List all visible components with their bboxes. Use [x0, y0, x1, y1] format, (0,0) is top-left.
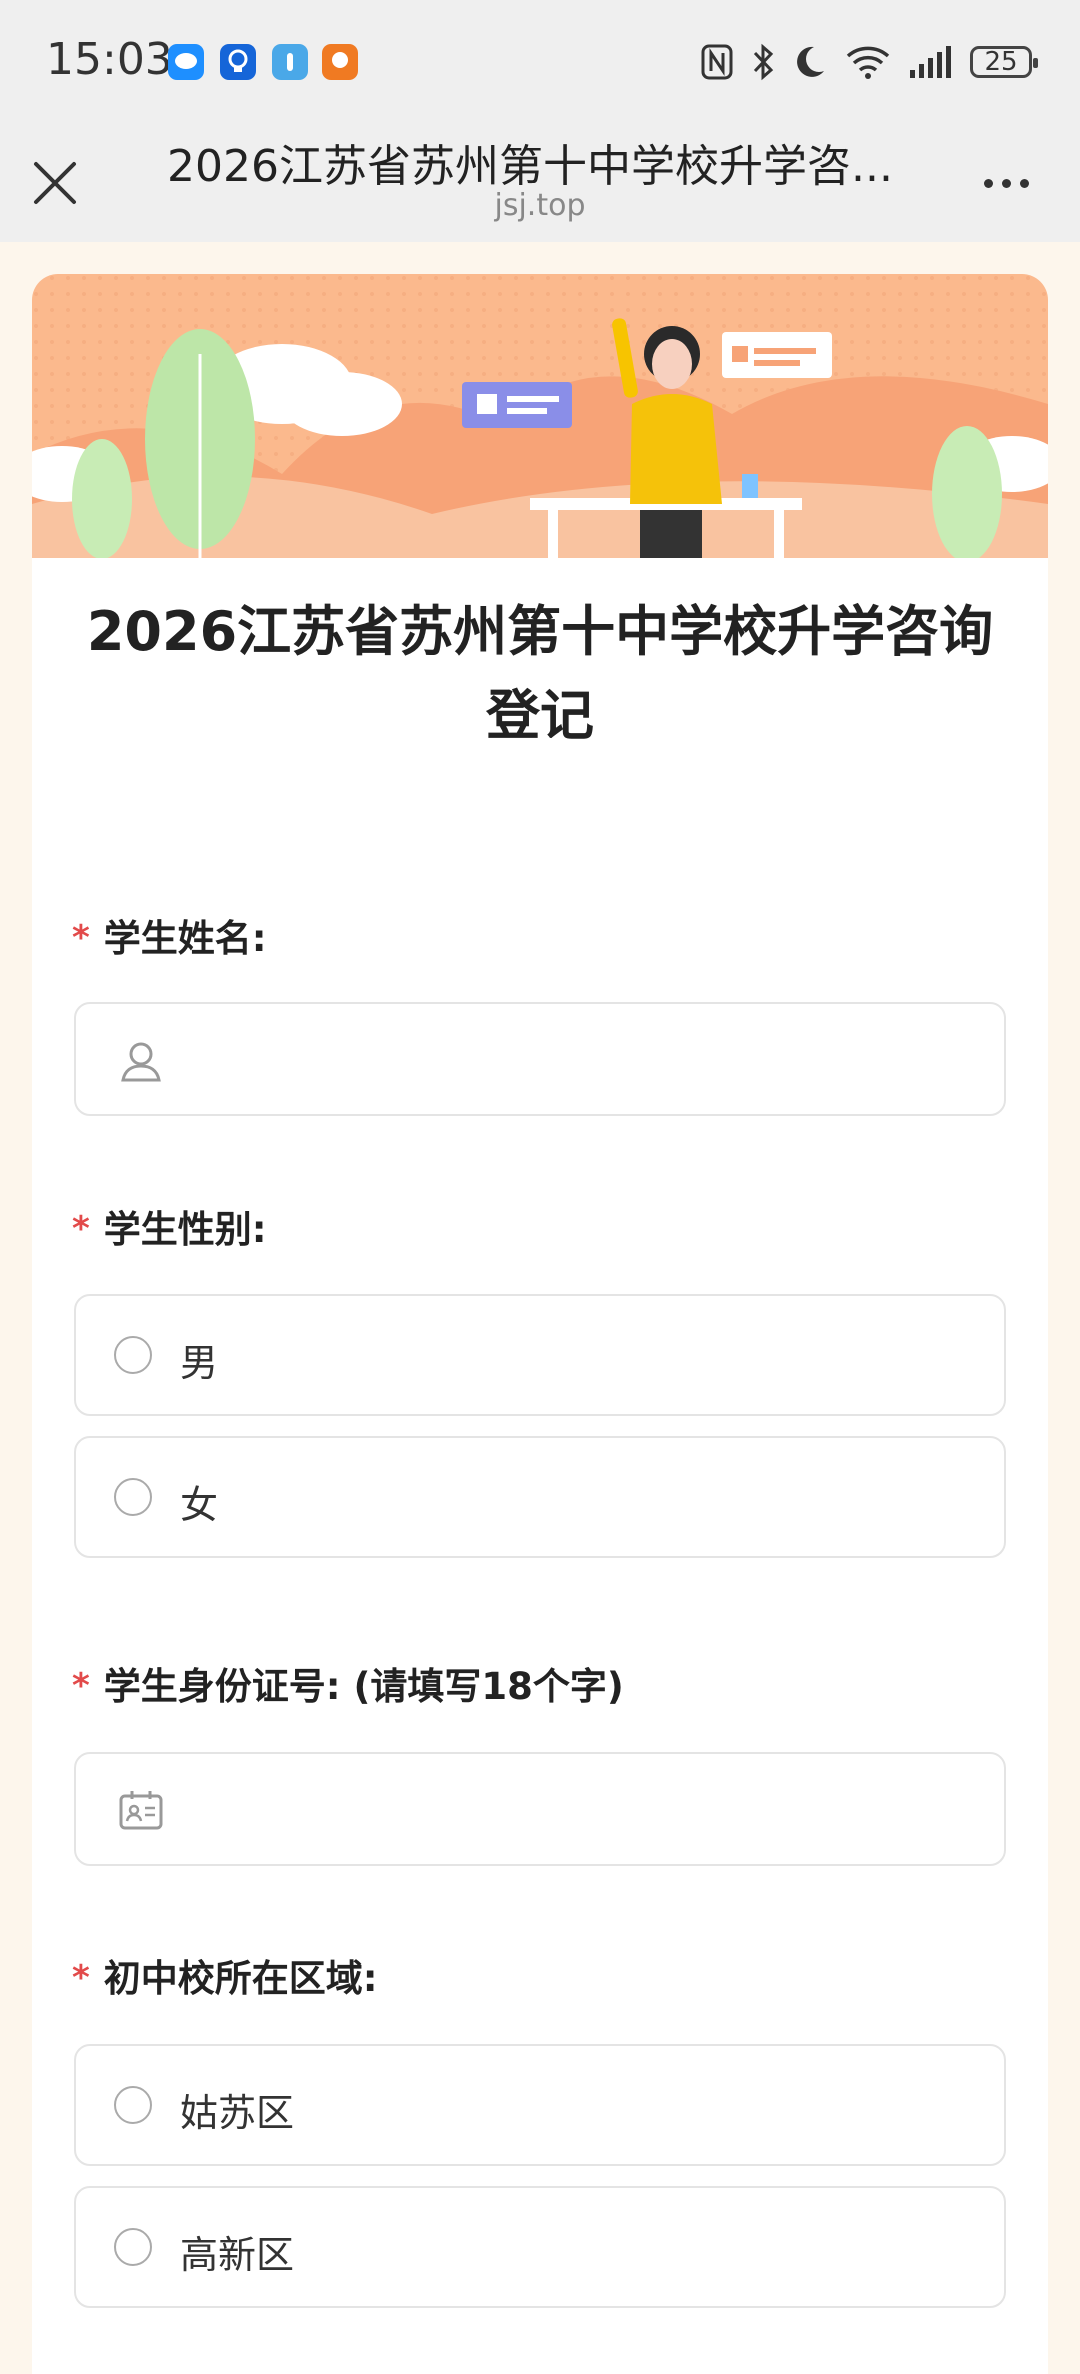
orange-app-icon — [322, 44, 358, 80]
required-marker: * — [72, 918, 90, 958]
radio-button[interactable] — [114, 2086, 152, 2124]
user-icon — [121, 1042, 161, 1082]
status-bar: 15:03 25 — [0, 0, 1080, 120]
radio-button[interactable] — [114, 1478, 152, 1516]
wifi-icon — [846, 46, 890, 79]
id-number-input[interactable] — [74, 1752, 1006, 1866]
required-marker: * — [72, 1209, 90, 1249]
option-label: 姑苏区 — [180, 2091, 295, 2135]
id-card-icon — [119, 1791, 163, 1830]
radio-option-male[interactable]: 男 — [74, 1294, 1006, 1416]
name-input[interactable] — [74, 1002, 1006, 1116]
radio-option-gusu[interactable]: 姑苏区 — [74, 2044, 1006, 2166]
bulb-app-icon — [220, 44, 256, 80]
question-label-id-number: * 学生身份证号: (请填写18个字) — [72, 1656, 624, 1710]
nfc-icon — [701, 44, 733, 80]
question-text: 学生身份证号: (请填写18个字) — [103, 1665, 624, 1708]
required-marker: * — [72, 1958, 90, 1998]
form-title: 2026江苏省苏州第十中学校升学咨询登记 — [86, 600, 994, 747]
status-time: 15:03 — [46, 34, 173, 85]
question-label-name: * 学生姓名: — [72, 908, 267, 962]
page-title: 2026江苏省苏州第十中学校升学咨... — [167, 141, 893, 192]
browser-navbar: 2026江苏省苏州第十中学校升学咨... jsj.top — [0, 120, 1080, 242]
banner-illustration — [32, 274, 1048, 558]
radio-button[interactable] — [114, 2228, 152, 2266]
option-label: 男 — [180, 1341, 219, 1385]
moon-icon — [797, 46, 824, 77]
battery-icon: 25 — [970, 46, 1038, 78]
form-card: 2026江苏省苏州第十中学校升学咨询登记 * 学生姓名: * 学生性别: 男 女 *… — [32, 274, 1048, 2374]
option-label: 高新区 — [180, 2233, 295, 2277]
question-text: 学生姓名: — [103, 917, 267, 960]
battery-level: 25 — [984, 47, 1018, 77]
signal-icon — [910, 46, 951, 78]
page-domain: jsj.top — [494, 188, 586, 223]
radio-option-female[interactable]: 女 — [74, 1436, 1006, 1558]
question-label-gender: * 学生性别: — [72, 1199, 267, 1253]
radio-button[interactable] — [114, 1336, 152, 1374]
message-app-icon — [168, 44, 204, 80]
question-label-district: * 初中校所在区域: — [72, 1948, 378, 2002]
meeting-app-icon — [272, 44, 308, 80]
bluetooth-icon — [753, 43, 774, 81]
question-text: 学生性别: — [103, 1208, 267, 1251]
question-text: 初中校所在区域: — [103, 1957, 378, 2000]
more-options-button[interactable] — [984, 168, 1044, 198]
required-marker: * — [72, 1666, 90, 1706]
option-label: 女 — [180, 1483, 219, 1527]
status-icons: 25 — [700, 40, 1038, 84]
radio-option-gaoxin[interactable]: 高新区 — [74, 2186, 1006, 2308]
